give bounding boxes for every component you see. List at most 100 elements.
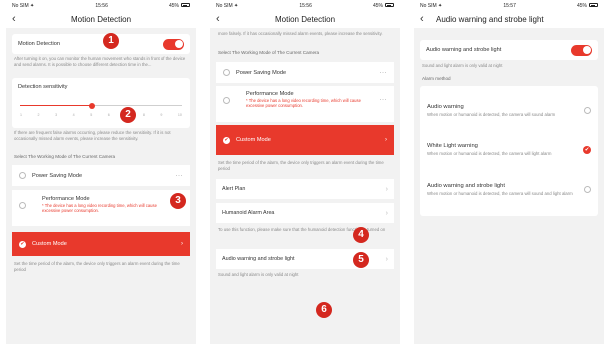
callout-badge-6: 6 [316,302,332,318]
power-saving-mode-option[interactable]: Power Saving Mode ··· [216,62,394,83]
alarm-option-title: Audio warning and strobe light [427,182,505,189]
humanoid-desc: To use this function, please make sure t… [218,227,386,232]
alarm-option-title: Audio warning [427,103,464,110]
screen-audio-warning: No SIM ✦ 15:57 45% ‹ Audio warning and s… [414,0,604,344]
carrier-label: No SIM ✦ [12,2,35,9]
alarm-option-radio[interactable] [584,107,591,115]
sensitivity-label: Detection sensitivity [18,84,68,90]
alarm-option-desc: When motion or humanoid is detected, the… [427,111,556,117]
more-icon[interactable]: ··· [176,173,184,179]
back-icon[interactable]: ‹ [216,14,228,26]
chevron-right-icon: › [385,185,388,193]
alarm-method-label: Alarm method [422,75,451,81]
callout-badge-4: 4 [353,227,369,243]
slider-fill [20,105,92,106]
power-saving-radio[interactable] [223,69,230,76]
alarm-method-list: Audio warning When motion or humanoid is… [420,85,598,216]
time-label: 15:57 [503,2,516,9]
motion-detection-row: Motion Detection [12,34,190,54]
slider-tick: 8 [142,113,145,117]
performance-label: Performance Mode [246,91,294,97]
screen-motion-detection-2: No SIM ✦ 15:56 45% ‹ Motion Detection mo… [210,0,400,344]
chevron-right-icon: › [385,209,388,217]
callout-badge-2: 2 [120,107,136,123]
battery-label: 45% [168,2,179,9]
motion-detection-toggle[interactable] [163,38,184,50]
callout-badge-1: 1 [103,33,119,49]
check-icon: ✔ [19,240,26,248]
period-desc: Set the time period of the alarm, the de… [218,160,384,171]
slider-tick: 6 [107,113,110,117]
custom-mode-label: Custom Mode [236,137,271,143]
slider-tick: 1 [20,113,22,117]
performance-warning: * The device has a long video recording … [42,203,157,214]
sensitivity-desc: If there are frequent false alarms occur… [14,130,171,141]
alarm-option-white-light[interactable]: White Light warning When motion or human… [427,130,591,170]
audio-strobe-toggle-row: Audio warning and strobe light [420,40,598,60]
power-saving-radio[interactable] [19,172,26,179]
check-icon[interactable]: ✔ [583,145,591,154]
page-title: Audio warning and strobe light [436,15,544,24]
slider-tick: 2 [37,113,40,117]
motion-detection-label: Motion Detection [18,41,60,47]
back-icon[interactable]: ‹ [12,14,24,26]
period-desc: Set the time period of the alarm, the de… [14,261,180,272]
check-icon: ✔ [223,136,230,144]
slider-knob[interactable] [88,102,95,109]
status-bar: No SIM ✦ 15:56 45% [6,0,196,11]
sensitivity-card: Detection sensitivity 12345678910 [12,78,190,128]
status-bar: No SIM ✦ 15:56 45% [210,0,400,11]
callout-badge-3: 3 [170,193,186,209]
performance-warning: * The device has a long video recording … [246,98,361,109]
motion-detection-desc: After turning it on, you can monitor the… [14,56,186,67]
custom-mode-option[interactable]: ✔ Custom Mode › [12,232,190,256]
page-title: Motion Detection [70,15,132,24]
slider-tick: 5 [90,113,93,117]
chevron-right-icon: › [385,255,388,263]
power-saving-label: Power Saving Mode [236,69,287,76]
slider-tick: 10 [177,113,182,117]
performance-mode-option[interactable]: Performance Mode * The device has a long… [216,86,394,122]
humanoid-alarm-area-label: Humanoid Alarm Area [222,210,275,216]
carrier-label: No SIM ✦ [420,2,443,9]
page-title: Motion Detection [274,15,336,24]
alarm-option-desc: When motion or humanoid is detected, the… [427,190,573,196]
back-icon[interactable]: ‹ [420,14,432,26]
power-saving-mode-option[interactable]: Power Saving Mode ··· [12,165,190,186]
alert-plan-row[interactable]: Alert Plan › [216,179,394,199]
battery-label: 45% [576,2,587,9]
custom-mode-option[interactable]: ✔ Custom Mode › [216,125,394,155]
alert-plan-label: Alert Plan [222,186,246,192]
audio-strobe-desc: Sound and light alarm is only valid at n… [218,272,299,277]
audio-strobe-toggle[interactable] [571,44,592,56]
alarm-option-audio-strobe[interactable]: Audio warning and strobe light When moti… [427,170,591,210]
audio-strobe-desc: Sound and light alarm is only valid at n… [422,63,503,68]
nav-bar: ‹ Motion Detection [6,11,196,28]
chevron-right-icon: › [181,241,183,247]
performance-mode-option[interactable]: Performance Mode * The device has a long… [12,190,190,226]
slider-tick: 9 [160,113,163,117]
sensitivity-slider[interactable] [20,99,182,113]
time-label: 15:56 [95,2,108,9]
alarm-option-title: White Light warning [427,142,478,149]
battery-icon [181,3,190,8]
sensitivity-desc: more falsely. If it has occasionally mis… [218,31,383,36]
screen-motion-detection-1: No SIM ✦ 15:56 45% ‹ Motion Detection Mo… [6,0,196,344]
nav-bar: ‹ Audio warning and strobe light [414,11,604,28]
more-icon[interactable]: ··· [380,70,388,76]
battery-icon [589,3,598,8]
slider-tick: 4 [72,113,75,117]
mode-section-label: Select The Working Mode of The Current C… [14,154,116,159]
more-icon[interactable]: ··· [380,97,388,103]
audio-strobe-label: Audio warning and strobe light [222,256,295,262]
humanoid-alarm-area-row[interactable]: Humanoid Alarm Area › [216,203,394,223]
alarm-option-audio[interactable]: Audio warning When motion or humanoid is… [427,92,591,130]
alarm-option-desc: When motion or humanoid is detected, the… [427,150,552,156]
custom-mode-label: Custom Mode [32,241,67,247]
battery-label: 45% [372,2,383,9]
status-bar: No SIM ✦ 15:57 45% [414,0,604,11]
performance-radio[interactable] [223,97,230,104]
alarm-option-radio[interactable] [584,186,591,194]
performance-radio[interactable] [19,202,26,209]
audio-strobe-toggle-label: Audio warning and strobe light [426,47,502,53]
